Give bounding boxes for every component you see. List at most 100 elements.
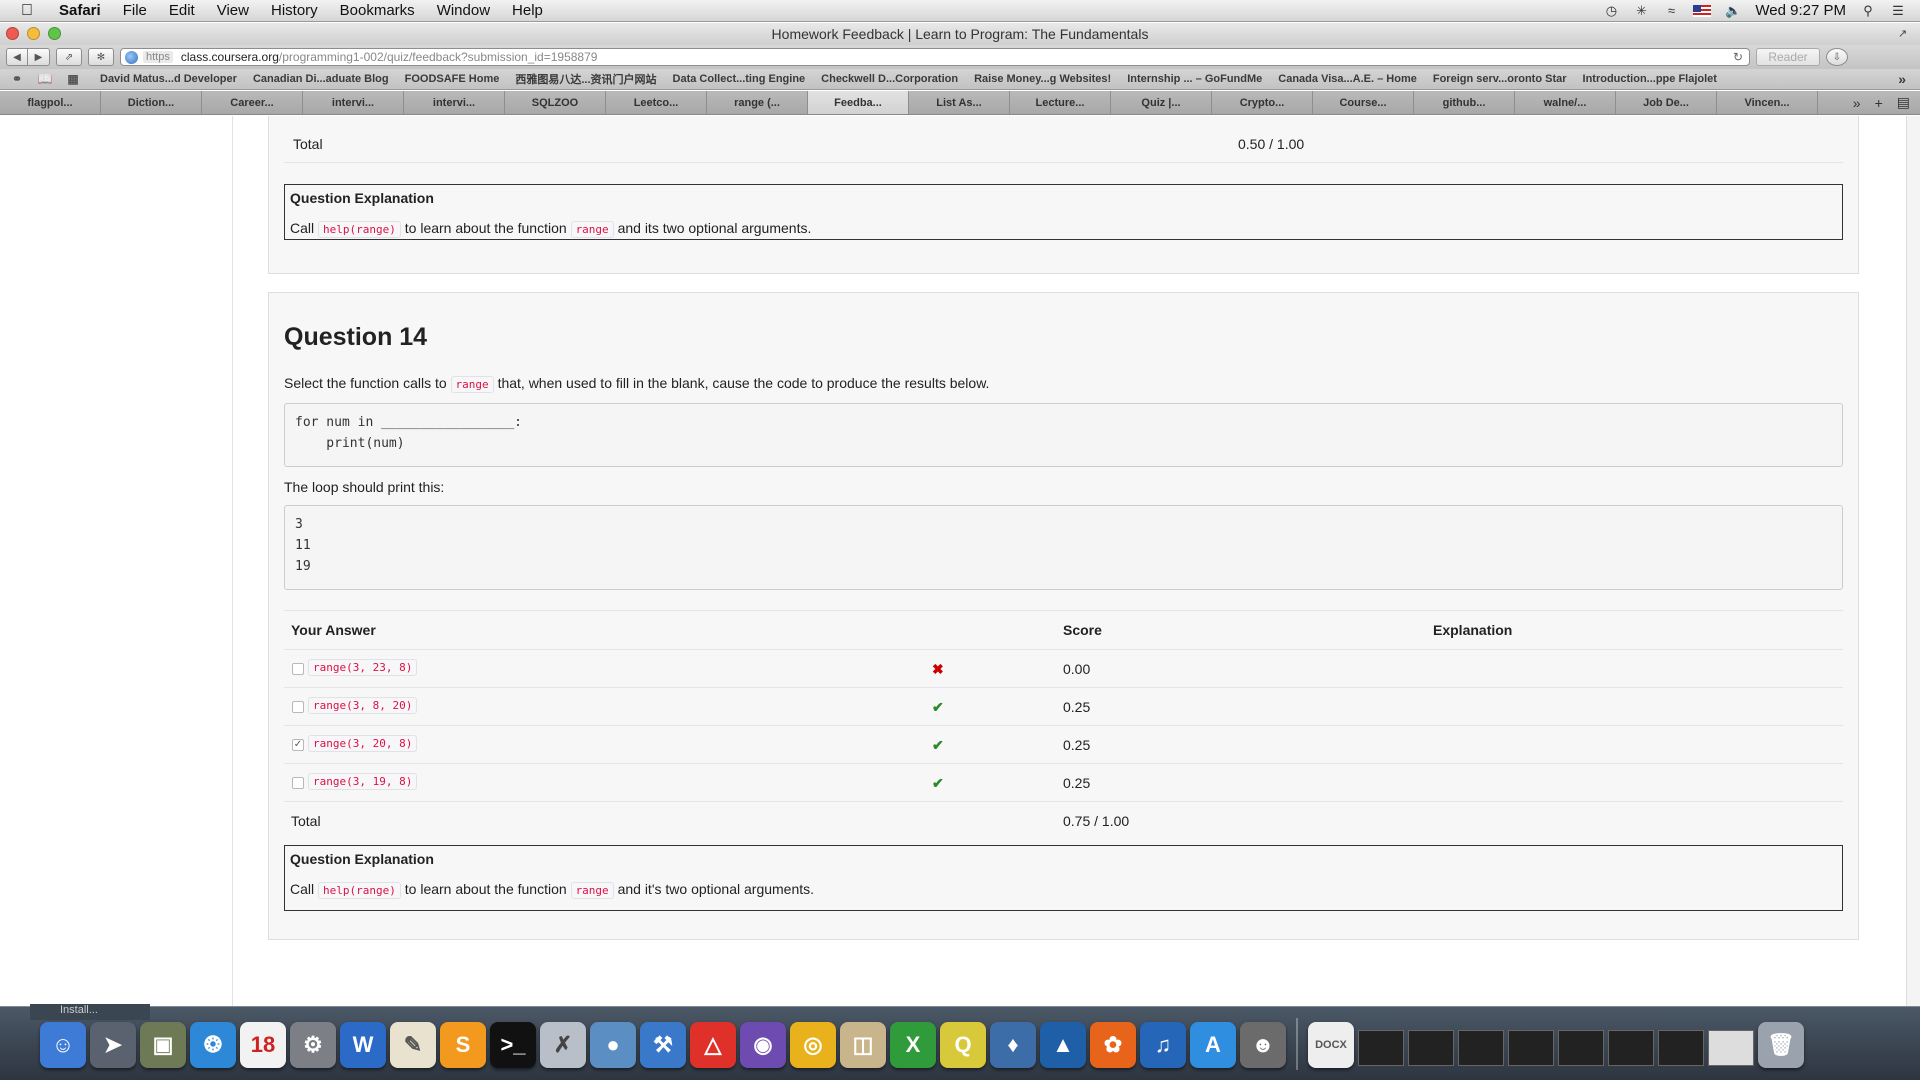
utilities-icon[interactable]: ✗	[540, 1022, 586, 1068]
downloads-icon[interactable]: ⇩	[1826, 48, 1848, 66]
minimized-window-thumbnail[interactable]	[1708, 1030, 1754, 1066]
browser-tab[interactable]: Lecture...	[1010, 91, 1111, 114]
browser-tab[interactable]: flagpol...	[0, 91, 101, 114]
spotlight-search-icon[interactable]: ⚲	[1860, 3, 1876, 19]
wifi-icon[interactable]: ≈	[1663, 3, 1679, 19]
minimized-window-thumbnail[interactable]	[1408, 1030, 1454, 1066]
menu-history[interactable]: History	[260, 0, 329, 22]
minimized-window-thumbnail[interactable]	[1358, 1030, 1404, 1066]
minimized-window-thumbnail[interactable]	[1558, 1030, 1604, 1066]
input-source-flag-icon[interactable]	[1693, 4, 1712, 17]
firefox-icon[interactable]: ✿	[1090, 1022, 1136, 1068]
browser-tab[interactable]: Diction...	[101, 91, 202, 114]
minimized-window-thumbnail[interactable]	[1658, 1030, 1704, 1066]
audacity-icon[interactable]: ♫	[1140, 1022, 1186, 1068]
time-machine-icon[interactable]: ◷	[1603, 3, 1619, 19]
fullscreen-icon[interactable]: ↗	[1898, 27, 1912, 41]
close-window-button[interactable]	[6, 27, 19, 40]
bookmark-item[interactable]: Canada Visa...A.E. – Home	[1270, 73, 1425, 85]
browser-tab[interactable]: SQLZOO	[505, 91, 606, 114]
bookmark-item[interactable]: Foreign serv...oronto Star	[1425, 73, 1575, 85]
minimize-window-button[interactable]	[27, 27, 40, 40]
reader-button[interactable]: Reader	[1756, 48, 1820, 66]
xcode-icon[interactable]: ⚒	[640, 1022, 686, 1068]
python-icon[interactable]: ♦	[990, 1022, 1036, 1068]
bluetooth-icon[interactable]: ✳	[1633, 3, 1649, 19]
notification-center-icon[interactable]: ☰	[1890, 3, 1906, 19]
forward-button[interactable]: ▶	[28, 48, 50, 66]
photo-booth-icon[interactable]: ▣	[140, 1022, 186, 1068]
bookmark-item[interactable]: Internship ... – GoFundMe	[1119, 73, 1270, 85]
calendar-icon[interactable]: 18	[240, 1022, 286, 1068]
menu-help[interactable]: Help	[501, 0, 554, 22]
bookmark-item[interactable]: FOODSAFE Home	[397, 73, 508, 85]
finder-icon[interactable]: ☺	[40, 1022, 86, 1068]
browser-tab[interactable]: intervi...	[404, 91, 505, 114]
wireshark-icon[interactable]: ▲	[1040, 1022, 1086, 1068]
archive-utility-icon[interactable]: ◫	[840, 1022, 886, 1068]
tab-view-icon[interactable]: ▤	[1897, 94, 1910, 111]
browser-tab[interactable]: Leetco...	[606, 91, 707, 114]
launchpad-icon[interactable]: ➤	[90, 1022, 136, 1068]
page-scrollbar[interactable]	[1906, 116, 1920, 1006]
browser-tab[interactable]: Vincen...	[1717, 91, 1818, 114]
sublime-text-icon[interactable]: S	[440, 1022, 486, 1068]
word-icon[interactable]: W	[340, 1022, 386, 1068]
back-button[interactable]: ◀	[6, 48, 28, 66]
menu-file[interactable]: File	[112, 0, 158, 22]
trash-icon[interactable]: 🗑	[1758, 1022, 1804, 1068]
browser-tab[interactable]: Career...	[202, 91, 303, 114]
reload-icon[interactable]: ↻	[1733, 50, 1743, 64]
reading-list-icon[interactable]: ⚭	[8, 72, 26, 86]
docx-file-icon[interactable]: DOCX	[1308, 1022, 1354, 1068]
browser-tab[interactable]: github...	[1414, 91, 1515, 114]
bookmark-item[interactable]: Introduction...ppe Flajolet	[1575, 73, 1725, 85]
zoom-window-button[interactable]	[48, 27, 61, 40]
menu-bookmarks[interactable]: Bookmarks	[329, 0, 426, 22]
tabs-overflow-icon[interactable]: »	[1853, 95, 1861, 111]
minimized-window-thumbnail[interactable]	[1458, 1030, 1504, 1066]
terminal-icon[interactable]: >_	[490, 1022, 536, 1068]
menu-window[interactable]: Window	[426, 0, 501, 22]
system-preferences-icon[interactable]: ⚙	[290, 1022, 336, 1068]
browser-tab-active[interactable]: Feedba...	[808, 91, 909, 114]
bookmark-item[interactable]: Checkwell D...Corporation	[813, 73, 966, 85]
app-store-icon[interactable]: A	[1190, 1022, 1236, 1068]
bookmark-item[interactable]: Canadian Di...aduate Blog	[245, 73, 397, 85]
apple-menu-icon[interactable]: 	[18, 2, 36, 20]
bookmark-item[interactable]: David Matus...d Developer	[92, 73, 245, 85]
eclipse-icon[interactable]: ◉	[740, 1022, 786, 1068]
minimized-window-thumbnail[interactable]	[1508, 1030, 1554, 1066]
extensions-button[interactable]: ✻	[88, 48, 114, 66]
browser-tab[interactable]: intervi...	[303, 91, 404, 114]
qgis-icon[interactable]: Q	[940, 1022, 986, 1068]
bookmark-item[interactable]: 西雅图易八达...资讯门户网站	[507, 71, 664, 87]
excel-icon[interactable]: X	[890, 1022, 936, 1068]
top-sites-grid-icon[interactable]: ▦	[64, 72, 82, 86]
menu-view[interactable]: View	[206, 0, 260, 22]
bookmark-item[interactable]: Raise Money...g Websites!	[966, 73, 1119, 85]
share-button[interactable]: ⇗	[56, 48, 82, 66]
browser-tab[interactable]: Job De...	[1616, 91, 1717, 114]
acrobat-icon[interactable]: △	[690, 1022, 736, 1068]
chrome-icon[interactable]: ◎	[790, 1022, 836, 1068]
github-app-icon[interactable]: ☻	[1240, 1022, 1286, 1068]
bookmark-item[interactable]: Data Collect...ting Engine	[665, 73, 814, 85]
menu-app-name[interactable]: Safari	[48, 0, 112, 22]
address-bar[interactable]: https class.coursera.org /programming1-0…	[120, 48, 1750, 66]
preview-icon[interactable]: ●	[590, 1022, 636, 1068]
minimized-window-thumbnail[interactable]	[1608, 1030, 1654, 1066]
menubar-clock[interactable]: Wed 9:27 PM	[1755, 2, 1846, 19]
safari-icon[interactable]: ❂	[190, 1022, 236, 1068]
browser-tab[interactable]: Course...	[1313, 91, 1414, 114]
browser-tab[interactable]: walne/...	[1515, 91, 1616, 114]
bookmarks-overflow-icon[interactable]: »	[1898, 71, 1920, 87]
browser-tab[interactable]: List As...	[909, 91, 1010, 114]
browser-tab[interactable]: range (...	[707, 91, 808, 114]
menu-edit[interactable]: Edit	[158, 0, 206, 22]
browser-tab[interactable]: Quiz |...	[1111, 91, 1212, 114]
browser-tab[interactable]: Crypto...	[1212, 91, 1313, 114]
textedit-icon[interactable]: ✎	[390, 1022, 436, 1068]
bookmarks-book-icon[interactable]: 📖	[36, 72, 54, 86]
volume-icon[interactable]: 🔈	[1725, 3, 1741, 19]
